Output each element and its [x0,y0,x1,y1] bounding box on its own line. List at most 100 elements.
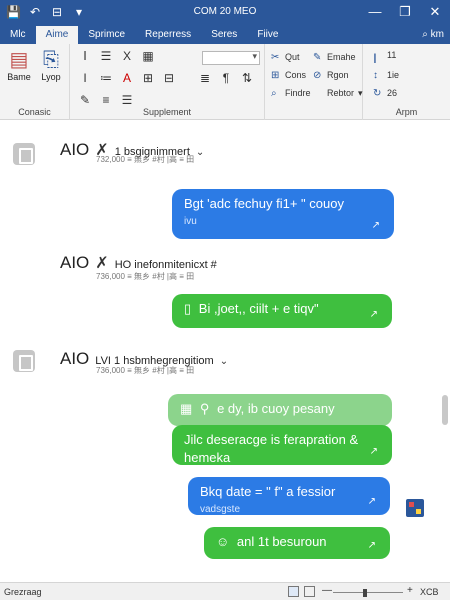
delivered-icon: ↗ [369,446,378,457]
zoom-slider[interactable] [333,589,403,597]
clipboard-group-label: Conasic [18,107,51,117]
chevron-down-icon[interactable]: ⌄ [196,147,204,158]
scrollbar[interactable] [442,130,448,570]
document-icon: ▯ [184,301,192,316]
restore-style-button[interactable]: Rebtor ▾ [313,88,363,99]
sender-name: AIO [60,253,90,272]
message-bubble[interactable]: Jilc deseracge is ferapration & hemeka ↗ [172,425,392,465]
rotate-icon: ↻ [373,88,382,99]
sort-icon[interactable]: ⇅ [240,71,254,85]
message-text: Jilc deseracge is ferapration & [184,432,359,447]
zoom-in-button[interactable]: + [407,585,413,596]
app-icon[interactable] [406,499,424,517]
align-row: Ⅰ ☰ X ▦ [78,49,155,63]
font-color-icon[interactable]: A [120,71,134,85]
search-button[interactable]: ⌕ km [422,26,450,44]
numbering-icon[interactable]: ≡ [99,93,113,107]
zoom-out-button[interactable]: — [322,585,332,596]
delivered-icon: ↗ [369,309,378,320]
paste-button[interactable]: ▤ Bame [4,48,34,82]
region-icon: ⊘ [313,70,322,81]
ribbon: ▤ Bame ⎘ Lyop Conasic Ⅰ ☰ X ▦ I ≔ A ⊞ ⊟ … [0,44,450,120]
delivered-icon: ↗ [367,496,376,507]
message-header: AIO ✗ HO inefonmitenicxt # [60,253,217,273]
cursor-icon: I [373,50,377,66]
message-text: Bkq date = " f" a fessior [200,484,336,499]
minimize-button[interactable]: — [360,0,390,24]
window-controls: — ❐ ✕ [360,0,450,24]
font-size-combo[interactable] [202,51,260,65]
sender-avatar [13,350,35,372]
message-bubble[interactable]: ☺ anl 1t besuroun ↗ [204,527,390,559]
align-left-icon[interactable]: ☰ [120,93,134,107]
tab-home[interactable]: Aime [35,26,79,44]
tab-file[interactable]: Mlc [0,26,36,44]
borders-icon[interactable]: ⊞ [141,71,155,85]
sender-name: AIO [60,349,90,368]
constraints-button[interactable]: ⊞ Cons [271,70,306,81]
list-icon[interactable]: ☰ [99,49,113,63]
sender-name: AIO [60,140,90,159]
delivered-icon: ↗ [371,220,380,231]
message-bubble[interactable]: ▦ ⚲ e dy, ib cuoy pesany [168,394,392,426]
message-meta: 736,000 ≡ 無乡 #村 |高 ≡ 田 [96,272,195,281]
paragraph-icon[interactable]: ¶ [219,71,233,85]
paint-row: ✎ ≡ ☰ [78,93,134,107]
copy-icon: ⎘ [43,49,59,71]
copy-label: Lyop [41,72,61,82]
find-button[interactable]: ⌕ Findre [271,88,311,99]
tab-insert[interactable]: Sprimce [78,26,135,44]
message-meta: 736,000 ≡ 無乡 #村 |高 ≡ 田 [96,366,195,375]
italic-icon[interactable]: I [78,71,92,85]
title-bar: 💾 ↶ ⊟ ▾ COM 20 MEO — ❐ ✕ [0,0,450,24]
customize-toolbar-icon[interactable]: ▾ [72,5,86,19]
region-button[interactable]: ⊘ Rgon [313,70,349,81]
find-icon: ⌕ [271,88,277,99]
message-text: anl 1t besuroun [236,534,327,549]
emphasis-button[interactable]: ✎ Emahe [313,52,356,63]
paste-icon: ▤ [9,49,29,71]
arrange-button-1[interactable]: I 11 [373,50,396,66]
tab-five[interactable]: Fiive [247,26,288,44]
message-bubble[interactable]: ▯ Bi ,joet,, ciilt + e tiqv" ↗ [172,294,392,328]
web-layout-icon[interactable] [304,586,315,597]
tab-references[interactable]: Reperress [135,26,201,44]
paste-label: Bame [7,72,31,82]
paragraph-group: Ⅰ ☰ X ▦ I ≔ A ⊞ ⊟ ✎ ≡ ☰ ≣ ¶ ⇅ Supplement [70,44,265,120]
attachment-icon: ⚲ [199,401,210,416]
cut-icon: ✂ [271,52,280,63]
print-layout-icon[interactable] [288,586,299,597]
styles-group: ✂ Qut ✎ Emahe ⊞ Cons ⊘ Rgon ⌕ Findre Reb… [265,44,363,120]
arrange-button-2[interactable]: ↕ 1ie [373,70,399,81]
highlight-icon[interactable]: ✎ [78,93,92,107]
chevron-down-icon: ▾ [358,88,363,98]
restore-button[interactable]: ❐ [390,0,420,24]
message-bubble[interactable]: Bkq date = " f" a fessior vadsgste ↗ [188,477,390,515]
layout-icon[interactable]: ⊟ [50,5,64,19]
indent-icon[interactable]: Ⅰ [78,49,92,63]
status-text: Grezraag [4,587,42,597]
bullets-icon[interactable]: ≔ [99,71,113,85]
zoom-level[interactable]: XCB [420,587,439,597]
tab-series[interactable]: Seres [201,26,247,44]
message-subtext: hemeka [184,450,231,465]
message-bubble[interactable]: Bgt 'adc fechuy fi1+ " couoy ivu ↗ [172,189,394,239]
message-subtext: ivu [184,216,197,227]
ribbon-tabs: Mlc Aime Sprimce Reperress Seres Fiive ⌕… [0,24,450,44]
chevron-down-icon[interactable]: ⌄ [220,356,228,367]
cut-button[interactable]: ✂ Qut [271,52,300,63]
strikethrough-icon[interactable]: X [120,49,134,63]
scrollbar-thumb[interactable] [442,395,448,425]
copy-button[interactable]: ⎘ Lyop [36,48,66,82]
arrange-group: I 11 ↕ 1ie ↻ 26 Arpm [363,44,450,120]
table-icon[interactable]: ▦ [141,49,155,63]
arrange-button-3[interactable]: ↻ 26 [373,88,397,99]
undo-icon[interactable]: ↶ [28,5,42,19]
close-button[interactable]: ✕ [420,0,450,24]
arrange-group-label: Arpm [395,107,418,117]
save-icon[interactable]: 💾 [6,5,21,19]
align-justify-icon[interactable]: ≣ [198,71,212,85]
spacing-row: ≣ ¶ ⇅ [198,71,254,85]
grid-icon[interactable]: ⊟ [162,71,176,85]
zoom-slider-knob[interactable] [362,589,367,597]
